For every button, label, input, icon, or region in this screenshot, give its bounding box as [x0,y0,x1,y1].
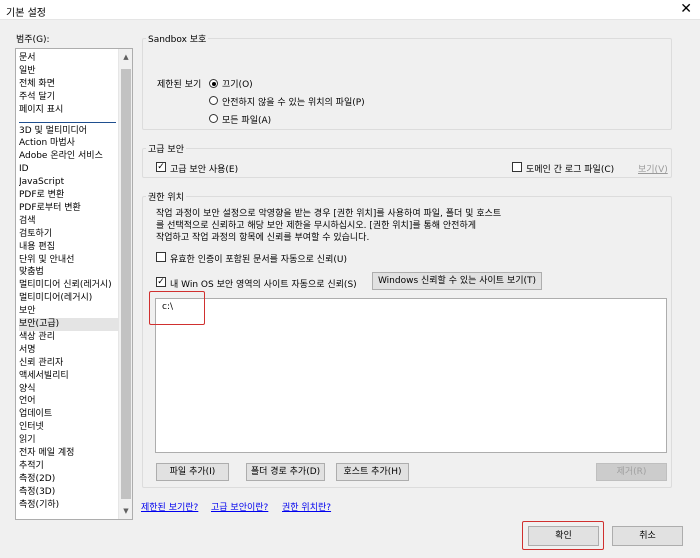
category-item[interactable]: 읽기 [19,434,119,447]
add-host-button[interactable]: 호스트 추가(H) [336,463,409,481]
category-item[interactable]: 색상 관리 [19,331,119,344]
category-item[interactable]: JavaScript [19,176,119,189]
description-line-3: 작업하고 작업 과정의 항목에 신뢰를 부여할 수 있습니다. [156,233,370,243]
category-item[interactable]: Action 마법사 [19,137,119,150]
scroll-thumb[interactable] [121,69,131,499]
view-windows-trusted-sites-button[interactable]: Windows 신뢰할 수 있는 사이트 보기(T) [372,272,542,290]
category-list[interactable]: ▲ ▼ 문서 일반 전체 화면 주석 달기 페이지 표시 3D 및 멀티미디어 Action… [15,48,133,520]
enhanced-security-help-link[interactable]: 고급 보안이란? [211,500,268,513]
close-icon[interactable]: ✕ [680,1,692,17]
category-item[interactable]: 주석 달기 [19,91,119,104]
category-item[interactable]: 전자 메일 계정 [19,447,119,460]
window-title: 기본 설정 [6,8,46,19]
privileged-paths-list[interactable]: c:\ [155,298,667,453]
category-item[interactable]: 페이지 표시 [19,104,119,117]
radio-all-files[interactable] [209,114,218,123]
trust-certified-label[interactable]: 유효한 인증이 포함된 문서를 자동으로 신뢰(U) [170,252,347,265]
category-item[interactable]: 액세서빌리티 [19,370,119,383]
category-label: 범주(G): [16,35,50,45]
view-log-link[interactable]: 보기(V) [638,162,668,175]
trust-win-os-checkbox[interactable]: ✓ [156,277,166,287]
enable-enhanced-security-label[interactable]: 고급 보안 사용(E) [170,162,238,175]
add-folder-path-button[interactable]: 폴더 경로 추가(D) [246,463,325,481]
category-scrollbar[interactable]: ▲ ▼ [118,49,132,519]
radio-off[interactable] [209,79,218,88]
category-item[interactable]: 멀티미디어(레거시) [19,292,119,305]
radio-all-files-label[interactable]: 모든 파일(A) [222,113,271,126]
remove-button[interactable]: 제거(R) [596,463,667,481]
category-item[interactable]: 측정(3D) [19,486,119,499]
category-item[interactable]: 일반 [19,65,119,78]
protected-view-label: 제한된 보기 [157,80,202,90]
radio-unsafe-locations-label[interactable]: 안전하지 않을 수 있는 위치의 파일(P) [222,95,365,108]
category-item[interactable]: 3D 및 멀티미디어 [19,125,119,138]
add-file-button[interactable]: 파일 추가(I) [156,463,229,481]
category-item[interactable]: ID [19,163,119,176]
category-item[interactable]: 맞춤법 [19,266,119,279]
category-item[interactable]: 단위 및 안내선 [19,254,119,267]
category-item[interactable]: 언어 [19,395,119,408]
privileged-description: 작업 과정이 보안 설정으로 악영향을 받는 경우 [권한 위치]를 사용하여 … [156,208,676,244]
scroll-up-icon[interactable]: ▲ [121,52,131,62]
title-bar: 기본 설정 ✕ [0,0,700,20]
trust-win-os-label[interactable]: 내 Win OS 보안 영역의 사이트 자동으로 신뢰(S) [170,277,357,290]
category-item[interactable]: Adobe 온라인 서비스 [19,150,119,163]
category-item[interactable]: 검색 [19,215,119,228]
scroll-down-icon[interactable]: ▼ [121,506,131,516]
category-item[interactable]: 보안 [19,305,119,318]
category-item[interactable]: 인터넷 [19,421,119,434]
category-item[interactable]: 내용 편집 [19,241,119,254]
privileged-locations-title: 권한 위치 [146,190,186,203]
category-item[interactable]: 측정(기하) [19,499,119,512]
category-item[interactable]: PDF로부터 변환 [19,202,119,215]
category-item[interactable]: 멀티미디어 신뢰(레거시) [19,279,119,292]
category-item[interactable]: 양식 [19,383,119,396]
cancel-button[interactable]: 취소 [612,526,683,546]
highlight-box-ok [522,521,604,550]
cross-domain-log-checkbox[interactable] [512,162,522,172]
protected-view-help-link[interactable]: 제한된 보기란? [141,500,198,513]
category-item[interactable]: 보안(고급) [19,318,119,331]
description-line-1: 작업 과정이 보안 설정으로 악영향을 받는 경우 [권한 위치]를 사용하여 … [156,209,502,219]
radio-unsafe-locations[interactable] [209,96,218,105]
enable-enhanced-security-checkbox[interactable]: ✓ [156,162,166,172]
privileged-locations-help-link[interactable]: 권한 위치란? [282,500,331,513]
sandbox-title: Sandbox 보호 [146,32,209,45]
category-item[interactable]: 추적기 [19,460,119,473]
category-item[interactable]: 검토하기 [19,228,119,241]
category-item[interactable]: PDF로 변환 [19,189,119,202]
radio-off-label[interactable]: 끄기(O) [222,77,253,90]
category-separator [19,122,116,123]
category-item[interactable]: 측정(2D) [19,473,119,486]
category-item[interactable]: 업데이트 [19,408,119,421]
category-item[interactable]: 서명 [19,344,119,357]
category-item[interactable]: 문서 [19,52,119,65]
description-line-2: 를 선택적으로 신뢰하고 해당 보안 제한을 무시하십시오. [권한 위치]를 … [156,221,477,231]
trust-certified-checkbox[interactable] [156,252,166,262]
category-item[interactable]: 신뢰 관리자 [19,357,119,370]
highlight-box-path [149,291,205,325]
enhanced-security-title: 고급 보안 [146,142,186,155]
cross-domain-log-label[interactable]: 도메인 간 로그 파일(C) [526,162,614,175]
category-item[interactable]: 전체 화면 [19,78,119,91]
